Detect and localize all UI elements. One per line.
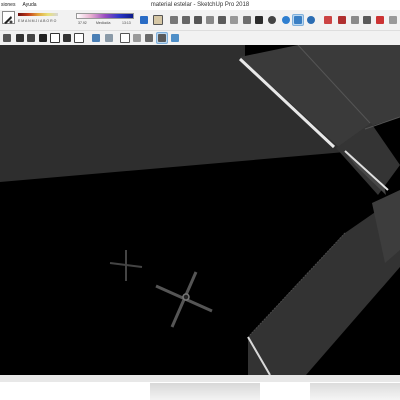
window-title: material estelar - SketchUp Pro 2018: [150, 2, 250, 8]
cube-shaded-icon[interactable]: [131, 32, 142, 43]
shadow-time-slider[interactable]: [76, 13, 134, 19]
styles-letters: E M A N M J I A B O R O: [18, 19, 57, 23]
protractor-icon[interactable]: [25, 32, 36, 43]
box-icon[interactable]: [180, 14, 191, 25]
toolbar-views: [0, 31, 400, 46]
style-builder-icon[interactable]: [387, 14, 398, 25]
list-icon[interactable]: [152, 14, 163, 25]
share-model-icon[interactable]: [361, 14, 372, 25]
status-bar: [0, 375, 400, 400]
section-icon[interactable]: [253, 14, 264, 25]
toolbar-main: E M A N M J I A B O R O 37.92 Mediodía 1…: [0, 10, 400, 31]
cube-outline-icon[interactable]: [119, 32, 130, 43]
gradient-label: Mediodía: [96, 21, 111, 25]
home-icon[interactable]: [37, 32, 48, 43]
bar-chart-icon[interactable]: [138, 14, 149, 25]
cross-marker-large: [155, 271, 213, 328]
extension-warehouse-icon[interactable]: [349, 14, 360, 25]
box-icon[interactable]: [192, 14, 203, 25]
warehouse-icon[interactable]: [336, 14, 347, 25]
tape-icon[interactable]: [1, 32, 12, 43]
geo-location-icon[interactable]: [322, 14, 333, 25]
status-shadow: [310, 383, 400, 400]
box-icon[interactable]: [204, 14, 215, 25]
house-outline-icon[interactable]: [49, 32, 60, 43]
gradient-left-value: 37.92: [78, 21, 87, 25]
orbit-icon[interactable]: [280, 14, 291, 25]
cube-selected-icon[interactable]: [169, 32, 180, 43]
menu-bar: siones Ayuda: [0, 0, 38, 10]
scene-canvas: [0, 45, 400, 375]
camera-icon[interactable]: [14, 32, 25, 43]
cube-gray-icon[interactable]: [103, 32, 114, 43]
menu-item-siones[interactable]: siones: [0, 0, 16, 10]
cross-marker-small: [109, 250, 143, 281]
box-icon[interactable]: [216, 14, 227, 25]
box-icon[interactable]: [73, 32, 84, 43]
gradient-right-value: 13:13: [122, 21, 131, 25]
window-icon[interactable]: [241, 14, 252, 25]
cube-blue-icon[interactable]: [90, 32, 101, 43]
zoom-icon[interactable]: [305, 14, 316, 25]
shadow-color-strip: [18, 13, 58, 16]
house-icon[interactable]: [61, 32, 72, 43]
layout-icon[interactable]: [374, 14, 385, 25]
layers-icon[interactable]: [156, 32, 168, 44]
pan-icon[interactable]: [292, 14, 304, 26]
menu-item-help[interactable]: Ayuda: [21, 0, 37, 10]
style-preview-icon[interactable]: [2, 11, 15, 24]
move-arrows-icon[interactable]: [266, 14, 277, 25]
box-icon[interactable]: [168, 14, 179, 25]
model-viewport[interactable]: [0, 45, 400, 375]
cube-dark-icon[interactable]: [143, 32, 154, 43]
status-shadow: [150, 383, 260, 400]
status-strip: [0, 375, 400, 382]
box-icon[interactable]: [228, 14, 239, 25]
